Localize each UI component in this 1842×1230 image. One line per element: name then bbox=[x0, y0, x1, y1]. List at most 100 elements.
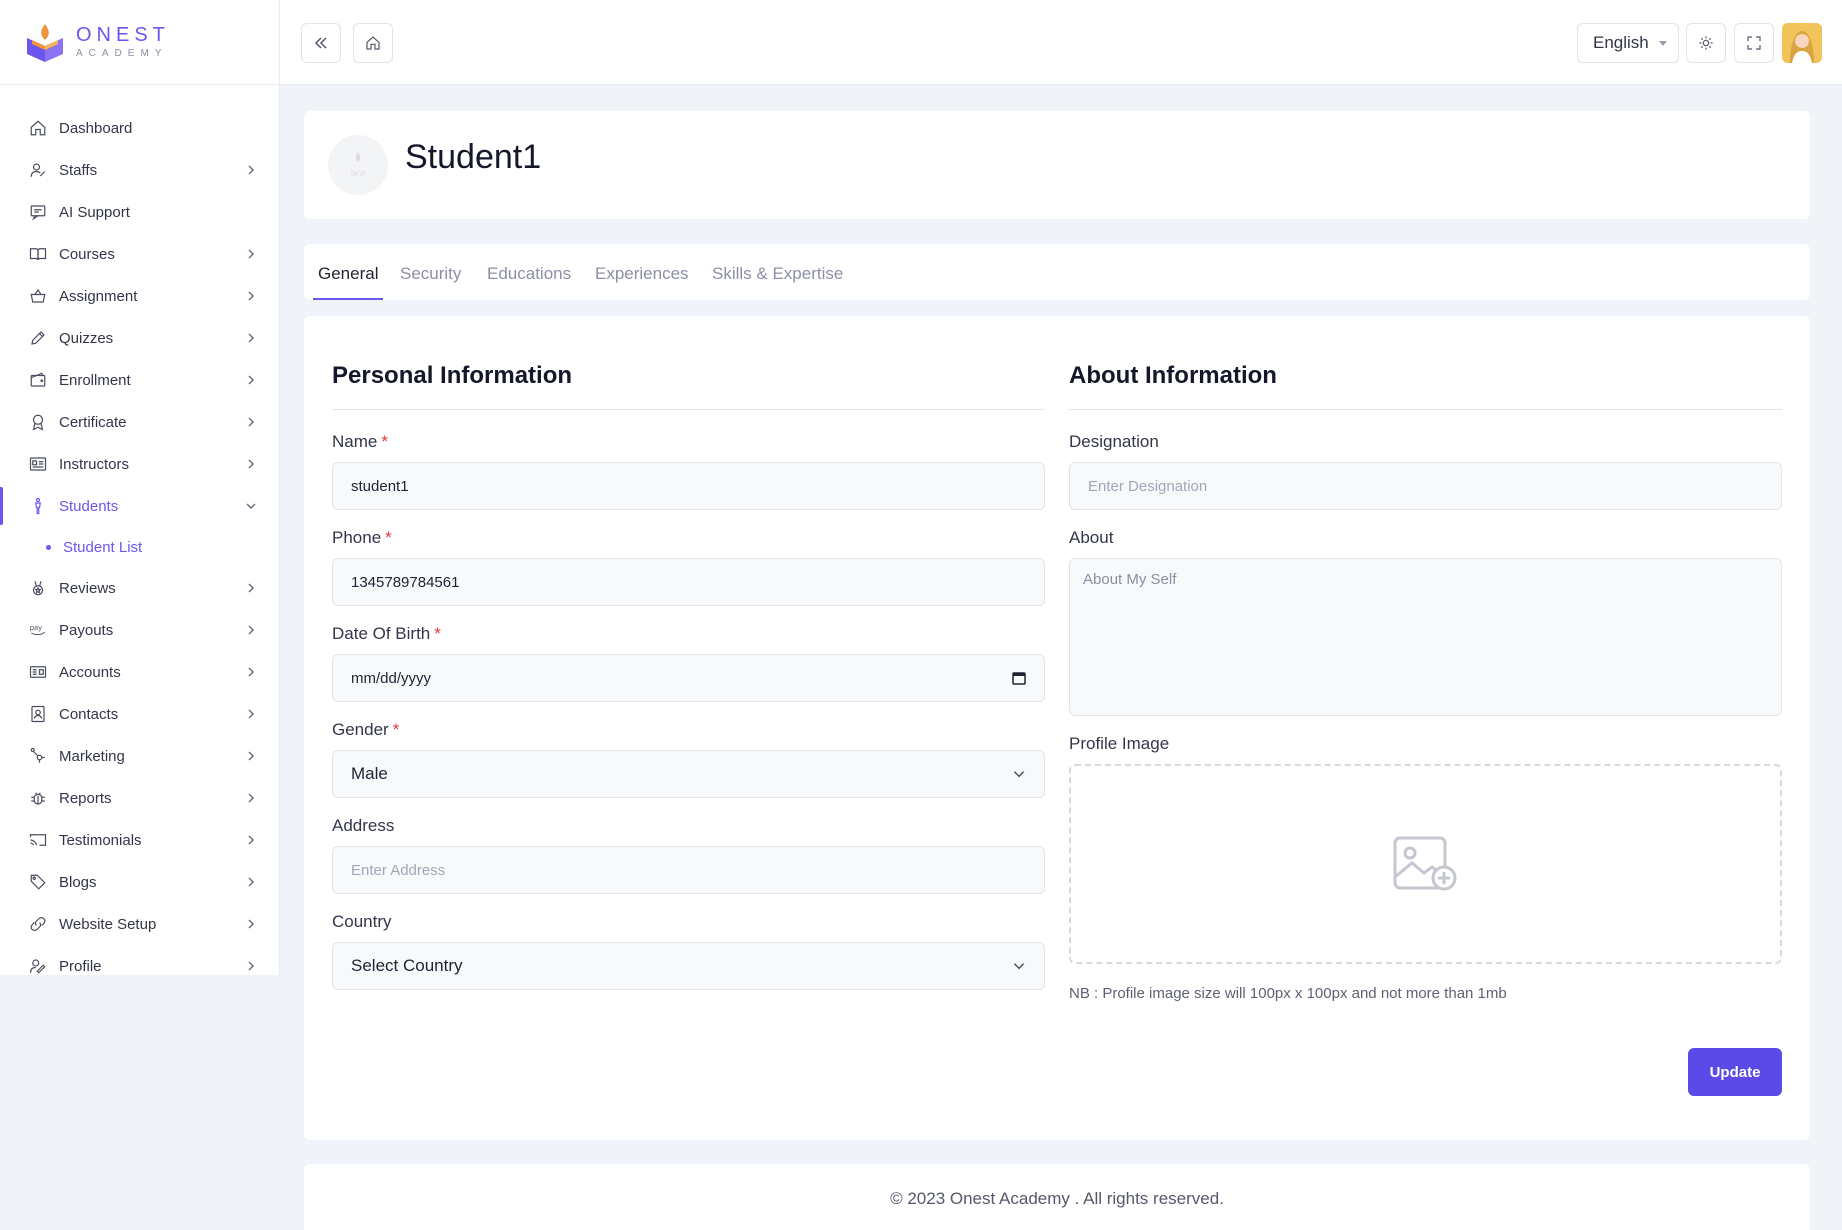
chevron-right-icon bbox=[248, 835, 255, 845]
chevron-right-icon bbox=[248, 919, 255, 929]
award-icon bbox=[28, 412, 48, 432]
sidebar-menu: Dashboard Staffs AI Support Courses Assi… bbox=[0, 85, 279, 975]
tab-skills-expertise[interactable]: Skills & Expertise bbox=[712, 264, 843, 300]
sidebar-item-reports[interactable]: Reports bbox=[0, 777, 279, 819]
home-icon bbox=[366, 36, 380, 50]
profile-image-dropzone[interactable] bbox=[1069, 764, 1782, 964]
dob-input[interactable]: mm/dd/yyyy bbox=[332, 654, 1045, 702]
name-input[interactable]: student1 bbox=[332, 462, 1045, 510]
sidebar-item-dashboard[interactable]: Dashboard bbox=[0, 107, 279, 149]
fullscreen-button[interactable] bbox=[1734, 23, 1774, 63]
calendar-icon[interactable] bbox=[1012, 671, 1026, 685]
sidebar-item-accounts[interactable]: Accounts bbox=[0, 651, 279, 693]
update-button[interactable]: Update bbox=[1688, 1048, 1782, 1096]
gender-select[interactable]: Male bbox=[332, 750, 1045, 798]
language-label: English bbox=[1593, 33, 1649, 52]
sidebar-item-testimonials[interactable]: Testimonials bbox=[0, 819, 279, 861]
country-select[interactable]: Select Country bbox=[332, 942, 1045, 990]
chevron-right-icon bbox=[248, 667, 255, 677]
pay-icon: pay bbox=[28, 620, 48, 640]
logo-tagline: ACADEMY bbox=[76, 48, 168, 59]
divider bbox=[332, 409, 1045, 410]
sidebar-item-assignment[interactable]: Assignment bbox=[0, 275, 279, 317]
sidebar-item-website-setup[interactable]: Website Setup bbox=[0, 903, 279, 945]
sun-icon bbox=[1699, 36, 1713, 50]
medal-icon bbox=[28, 578, 48, 598]
placeholder-avatar-icon: SKIP bbox=[350, 152, 366, 178]
book-icon bbox=[28, 244, 48, 264]
student-avatar: SKIP bbox=[328, 135, 388, 195]
sidebar-subitem-student-list[interactable]: Student List bbox=[0, 527, 279, 567]
address-input[interactable]: Enter Address bbox=[332, 846, 1045, 894]
user-avatar[interactable] bbox=[1782, 23, 1822, 63]
about-info-title: About Information bbox=[1069, 362, 1277, 389]
student-icon bbox=[28, 496, 48, 516]
sidebar-item-staffs[interactable]: Staffs bbox=[0, 149, 279, 191]
country-label: Country bbox=[332, 912, 392, 931]
tab-educations[interactable]: Educations bbox=[487, 264, 571, 300]
about-label: About bbox=[1069, 528, 1114, 547]
sidebar-item-enrollment[interactable]: Enrollment bbox=[0, 359, 279, 401]
home-button[interactable] bbox=[353, 23, 393, 63]
gender-label: Gender * bbox=[332, 720, 400, 739]
general-form: Personal Information Name * student1 Phon… bbox=[304, 316, 1810, 1140]
dob-label: Date Of Birth * bbox=[332, 624, 441, 643]
message-icon bbox=[28, 202, 48, 222]
designation-input[interactable]: Enter Designation bbox=[1069, 462, 1782, 510]
basket-icon bbox=[28, 286, 48, 306]
double-chevron-left-icon bbox=[314, 37, 327, 49]
sidebar-item-contacts[interactable]: Contacts bbox=[0, 693, 279, 735]
language-select[interactable]: English bbox=[1577, 23, 1679, 63]
chevron-right-icon bbox=[248, 459, 255, 469]
name-label: Name * bbox=[332, 432, 388, 451]
sidebar-item-ai-support[interactable]: AI Support bbox=[0, 191, 279, 233]
collapse-sidebar-button[interactable] bbox=[301, 23, 341, 63]
user-icon bbox=[28, 160, 48, 180]
chevron-right-icon bbox=[248, 375, 255, 385]
sidebar-item-reviews[interactable]: Reviews bbox=[0, 567, 279, 609]
dob-value: mm/dd/yyyy bbox=[351, 669, 432, 687]
chevron-right-icon bbox=[248, 709, 255, 719]
sidebar-item-students[interactable]: Students bbox=[0, 485, 279, 527]
id-card-icon bbox=[28, 454, 48, 474]
phone-input[interactable]: 1345789784561 bbox=[332, 558, 1045, 606]
chevron-down-icon bbox=[1013, 963, 1025, 970]
cast-icon bbox=[28, 830, 48, 850]
sidebar-item-profile[interactable]: Profile bbox=[0, 945, 279, 975]
sidebar-item-quizzes[interactable]: Quizzes bbox=[0, 317, 279, 359]
accounts-icon bbox=[28, 662, 48, 682]
logo-name: ONEST bbox=[76, 24, 170, 46]
logo[interactable]: ONEST ACADEMY bbox=[0, 0, 279, 85]
sidebar-item-payouts[interactable]: pay Payouts bbox=[0, 609, 279, 651]
sidebar-item-courses[interactable]: Courses bbox=[0, 233, 279, 275]
profile-image-note: NB : Profile image size will 100px x 100… bbox=[1069, 985, 1507, 1002]
contacts-icon bbox=[28, 704, 48, 724]
link-icon bbox=[28, 914, 48, 934]
fullscreen-icon bbox=[1747, 36, 1761, 50]
home-icon bbox=[28, 118, 48, 138]
tab-general[interactable]: General bbox=[312, 264, 385, 300]
chevron-right-icon bbox=[248, 583, 255, 593]
chevron-right-icon bbox=[248, 793, 255, 803]
add-image-icon bbox=[1393, 836, 1456, 891]
designation-label: Designation bbox=[1069, 432, 1159, 451]
about-textarea[interactable]: About My Self bbox=[1069, 558, 1782, 716]
chevron-right-icon bbox=[248, 751, 255, 761]
sidebar-item-certificate[interactable]: Certificate bbox=[0, 401, 279, 443]
chevron-down-icon bbox=[246, 503, 256, 510]
tab-security[interactable]: Security bbox=[400, 264, 461, 300]
tab-experiences[interactable]: Experiences bbox=[595, 264, 689, 300]
svg-text:pay: pay bbox=[30, 624, 42, 632]
footer: © 2023 Onest Academy . All rights reserv… bbox=[304, 1164, 1810, 1230]
sidebar-item-blogs[interactable]: Blogs bbox=[0, 861, 279, 903]
sidebar-item-marketing[interactable]: Marketing bbox=[0, 735, 279, 777]
phone-label: Phone * bbox=[332, 528, 392, 547]
theme-toggle-button[interactable] bbox=[1686, 23, 1726, 63]
personal-info-title: Personal Information bbox=[332, 362, 573, 389]
divider bbox=[1069, 409, 1782, 410]
copyright-text: © 2023 Onest Academy . All rights reserv… bbox=[890, 1189, 1224, 1208]
tag-icon bbox=[28, 872, 48, 892]
sidebar-item-instructors[interactable]: Instructors bbox=[0, 443, 279, 485]
profile-icon bbox=[28, 956, 48, 975]
sidebar: ONEST ACADEMY Dashboard Staffs AI Suppor… bbox=[0, 0, 280, 975]
